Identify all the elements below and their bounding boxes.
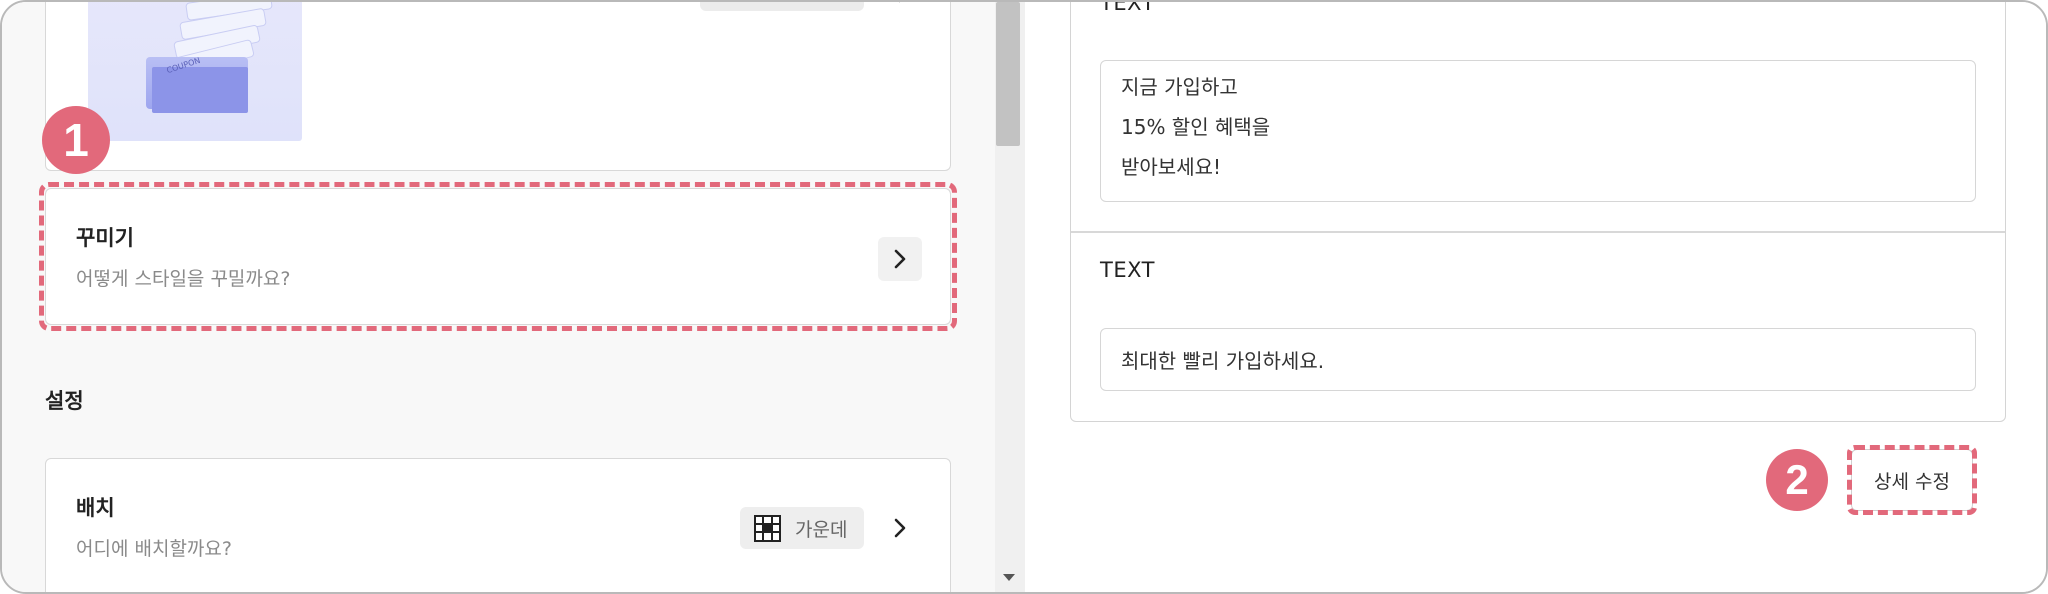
step-badge-2: 2 (1766, 449, 1828, 511)
vertical-scrollbar[interactable] (995, 2, 1025, 592)
scroll-thumb[interactable] (996, 2, 1020, 146)
coupon-illustration: COUPON (88, 2, 302, 141)
scroll-down-arrow-icon[interactable] (1003, 574, 1015, 581)
placement-open-button[interactable] (888, 516, 912, 540)
highlight-decorate (39, 182, 957, 331)
settings-section-title: 설정 (45, 389, 84, 413)
text-fields-box: TEXT 지금 가입하고 15% 할인 혜택을 받아보세요! TEXT 최대한 … (1070, 0, 2006, 422)
text-line: 15% 할인 혜택을 (1121, 115, 1271, 139)
text-field-2[interactable]: 최대한 빨리 가입하세요. (1100, 328, 1976, 391)
text-settings-panel: TEXT 지금 가입하고 15% 할인 혜택을 받아보세요! TEXT 최대한 … (1025, 0, 2046, 592)
placement-subtitle: 어디에 배치할까요? (76, 538, 232, 560)
step-badge-1: 1 (42, 106, 110, 174)
placement-card[interactable]: 배치 어디에 배치할까요? 가운데 (45, 458, 951, 592)
placement-value: 가운데 (795, 518, 848, 541)
placement-title: 배치 (76, 496, 115, 520)
text-line: 받아보세요! (1121, 155, 1222, 179)
text-field-label-1: TEXT (1100, 0, 1155, 15)
text-field-2-value: 최대한 빨리 가입하세요. (1121, 349, 1325, 373)
grid-center-icon (754, 514, 781, 542)
chevron-right-icon (894, 518, 906, 538)
placement-value-chip[interactable]: 가운데 (740, 507, 864, 549)
image-card[interactable]: COUPON 쿠폰사용 안됩니다 › (45, 2, 951, 171)
text-line: 지금 가입하고 (1121, 75, 1238, 99)
image-option-chip[interactable]: 쿠폰사용 안됩니다 (700, 2, 864, 11)
highlight-edit-button (1847, 445, 1977, 515)
text-field-1[interactable]: 지금 가입하고 15% 할인 혜택을 받아보세요! (1100, 60, 1976, 202)
chevron-right-icon: › (897, 2, 906, 10)
text-field-label-2: TEXT (1100, 258, 1155, 282)
divider (1071, 231, 2005, 233)
app-window: COUPON 쿠폰사용 안됩니다 › 1 꾸미기 어떻게 스타일을 꾸밀까요? … (0, 0, 2048, 594)
settings-panel: COUPON 쿠폰사용 안됩니다 › 1 꾸미기 어떻게 스타일을 꾸밀까요? … (2, 2, 995, 592)
